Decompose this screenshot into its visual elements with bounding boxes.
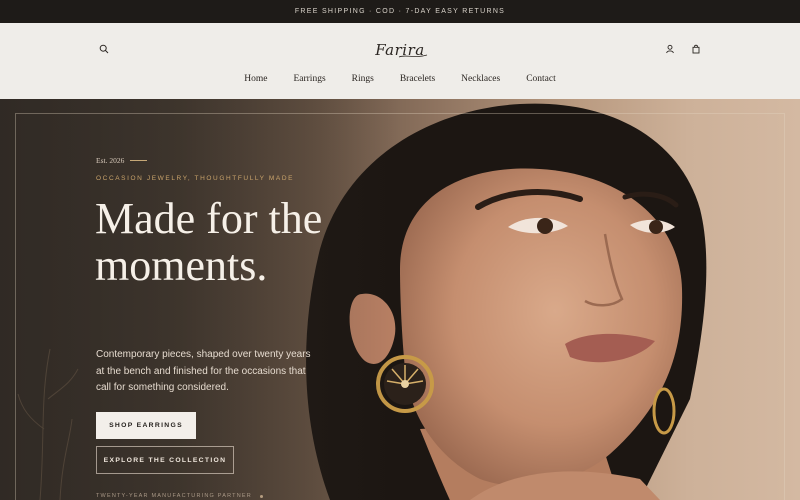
est-divider (130, 160, 148, 161)
nav-rings[interactable]: Rings (339, 72, 387, 86)
est-row: Est. 2026 (96, 156, 148, 165)
est-label: Est. 2026 (96, 156, 125, 165)
cart-icon[interactable] (689, 42, 703, 56)
shop-earrings-button[interactable]: SHOP EARRINGS (96, 412, 196, 439)
logo-flourish-icon (398, 54, 428, 58)
nav-home[interactable]: Home (231, 72, 280, 86)
nav-earrings[interactable]: Earrings (280, 72, 338, 86)
partner-line: TWENTY-YEAR MANUFACTURING PARTNER (96, 493, 263, 499)
nav-contact[interactable]: Contact (513, 72, 569, 86)
hero-subtext: Contemporary pieces, shaped over twenty … (96, 349, 311, 393)
announcement-bar: FREE SHIPPING · COD · 7-DAY EASY RETURNS (0, 0, 800, 23)
hero-eyebrow: OCCASION JEWELRY, THOUGHTFULLY MADE (96, 175, 295, 182)
hero-headline: Made for the moments. (95, 194, 323, 290)
partner-dot-icon (259, 494, 263, 498)
announcement-text: FREE SHIPPING · COD · 7-DAY EASY RETURNS (294, 8, 506, 15)
search-icon[interactable] (97, 42, 111, 56)
site-header: Farira Home Earrings Rings Bracelets Nec… (0, 23, 800, 99)
nav-necklaces[interactable]: Necklaces (448, 72, 513, 86)
hero-section: Est. 2026 OCCASION JEWELRY, THOUGHTFULLY… (0, 99, 800, 500)
account-icon[interactable] (663, 42, 677, 56)
nav-bracelets[interactable]: Bracelets (387, 72, 448, 86)
brand-logo[interactable]: Farira (340, 37, 460, 63)
explore-collection-button[interactable]: EXPLORE THE COLLECTION (96, 446, 234, 474)
main-nav: Home Earrings Rings Bracelets Necklaces … (0, 72, 800, 86)
partner-text: TWENTY-YEAR MANUFACTURING PARTNER (96, 493, 252, 499)
